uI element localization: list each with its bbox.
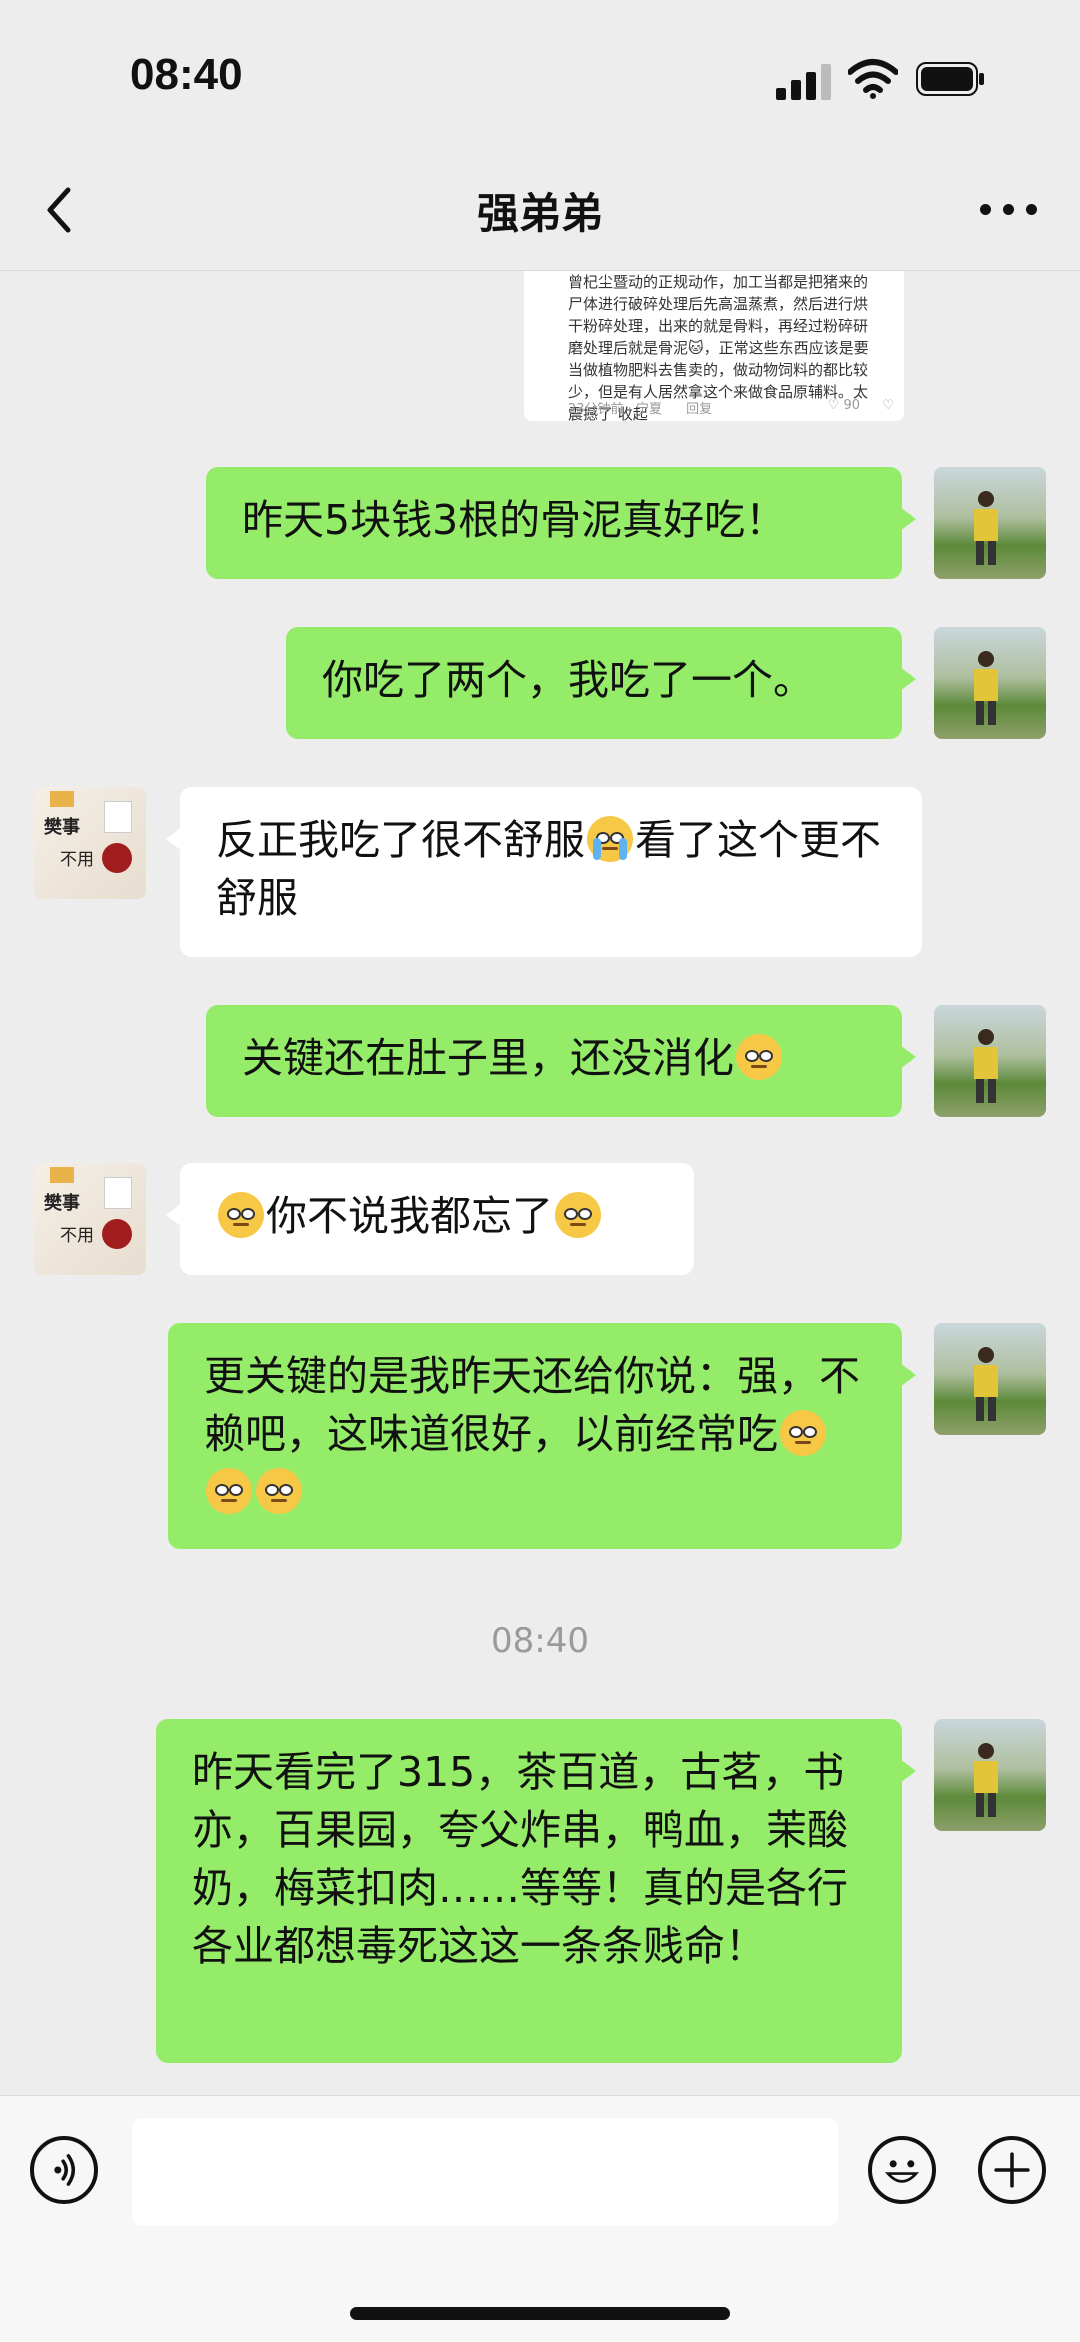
person-figure [974,1029,998,1103]
quote-line: 磨处理后就是骨泥🐱，正常这些东西应该是要 [568,339,869,357]
avatar-other[interactable]: 樊事 不用 [34,787,146,899]
chat-header: 强弟弟 [0,150,1080,271]
person-figure [974,491,998,565]
seal-icon [102,843,132,873]
quote-likes: ♡ 90 [827,398,860,413]
avatar-me[interactable] [934,627,1046,739]
person-figure [974,1347,998,1421]
avatar-label: 樊事 [44,1193,80,1214]
message-bubble[interactable]: 你不说我都忘了 [166,1163,694,1275]
quote-meta: 23分钟前 · 宁夏 回复 ♡ 90 ♡ [568,398,898,417]
pleading-emoji-icon [218,1192,264,1238]
input-bar [0,2095,1080,2342]
chat-title: 强弟弟 [476,189,603,238]
message-text: 昨天看完了315，茶百道，古茗，书亦，百果园，夸父炸串，鸭血，茉酸奶，梅菜扣肉…… [192,1748,848,1970]
quoted-screenshot[interactable]: 曾杞尘暨动的正规动作，加工当都是把猪来的 尸体进行破碎处理后先高温蒸煮，然后进行… [524,271,904,421]
dislike-icon: ♡ [882,398,894,413]
message-bubble[interactable]: 你吃了两个，我吃了一个。 [286,627,916,739]
quote-time-location: 23分钟前 · 宁夏 [568,402,662,417]
chat-messages[interactable]: 曾杞尘暨动的正规动作，加工当都是把猪来的 尸体进行破碎处理后先高温蒸煮，然后进行… [0,271,1080,2095]
eye-roll-emoji-icon [256,1468,302,1514]
avatar-other[interactable]: 樊事 不用 [34,1163,146,1275]
sticker-tag [50,791,74,807]
sticker-card [104,1177,132,1209]
sticker-tag [50,1167,74,1183]
eye-roll-emoji-icon [780,1410,826,1456]
message-bubble[interactable]: 关键还在肚子里，还没消化 [206,1005,916,1117]
cellular-signal-icon [776,60,834,100]
quote-line: 当做植物肥料去售卖的，做动物饲料的都比较 [568,361,869,379]
message-text: 反正我吃了很不舒服 [216,816,585,864]
avatar-label: 樊事 [44,817,80,838]
home-indicator[interactable] [350,2307,730,2320]
sticker-card [104,801,132,833]
emoji-icon[interactable] [868,2136,936,2204]
message-bubble[interactable]: 反正我吃了很不舒服 看了这个更不舒服 [166,787,922,957]
grimace-emoji-icon [555,1192,601,1238]
person-figure [974,651,998,725]
battery-icon [916,62,984,96]
plus-icon[interactable] [978,2136,1046,2204]
status-time: 08:40 [130,50,243,99]
avatar-me[interactable] [934,1323,1046,1435]
message-text: 你吃了两个，我吃了一个。 [322,656,814,704]
wifi-icon [848,59,898,99]
message-timestamp: 08:40 [491,1621,589,1661]
message-text: 你不说我都忘了 [266,1192,553,1240]
message-bubble[interactable]: 昨天5块钱3根的骨泥真好吃！ [206,467,916,579]
quote-reply: 回复 [686,402,713,417]
quote-line: 尸体进行破碎处理后先高温蒸煮，然后进行烘 [568,295,869,313]
message-bubble[interactable]: 昨天看完了315，茶百道，古茗，书亦，百果园，夸父炸串，鸭血，茉酸奶，梅菜扣肉…… [156,1719,916,2063]
crying-emoji-icon [587,816,633,862]
quote-line: 曾杞尘暨动的正规动作，加工当都是把猪来的 [568,273,869,291]
quote-line: 干粉碎处理，出来的就是骨料，再经过粉碎研 [568,317,869,335]
message-text: 昨天5块钱3根的骨泥真好吃！ [242,496,787,544]
avatar-label: 不用 [60,1226,94,1246]
message-text: 关键还在肚子里，还没消化 [242,1034,734,1082]
more-icon[interactable] [980,200,1040,220]
eye-roll-emoji-icon [206,1468,252,1514]
message-input[interactable] [132,2118,838,2226]
person-figure [974,1743,998,1817]
seal-icon [102,1219,132,1249]
avatar-me[interactable] [934,1719,1046,1831]
eye-roll-emoji-icon [736,1034,782,1080]
avatar-label: 不用 [60,850,94,870]
avatar-me[interactable] [934,1005,1046,1117]
voice-icon[interactable] [30,2136,98,2204]
message-bubble[interactable]: 更关键的是我昨天还给你说：强，不赖吧，这味道很好，以前经常吃 [168,1323,916,1549]
status-bar: 08:40 [0,0,1080,150]
avatar-me[interactable] [934,467,1046,579]
message-text: 更关键的是我昨天还给你说：强，不赖吧，这味道很好，以前经常吃 [204,1352,860,1458]
